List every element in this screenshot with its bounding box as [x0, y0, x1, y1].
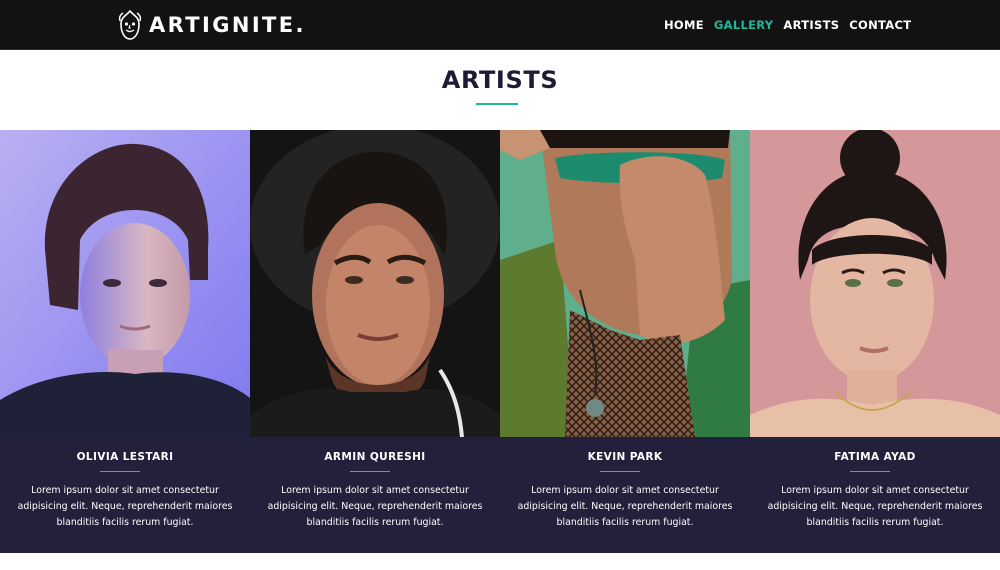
top-navbar: ARTIGNITE. HOME GALLERY ARTISTS CONTACT: [0, 0, 1000, 50]
name-divider: [600, 471, 640, 472]
artist-info: OLIVIA LESTARI Lorem ipsum dolor sit ame…: [0, 437, 250, 553]
artist-name: FATIMA AYAD: [834, 451, 916, 463]
brand-name: ARTIGNITE.: [149, 13, 306, 37]
artist-card-olivia-lestari[interactable]: OLIVIA LESTARI Lorem ipsum dolor sit ame…: [0, 130, 250, 553]
artist-card-fatima-ayad[interactable]: FATIMA AYAD Lorem ipsum dolor sit amet c…: [750, 130, 1000, 553]
artist-cards: OLIVIA LESTARI Lorem ipsum dolor sit ame…: [0, 130, 1000, 553]
artist-name: OLIVIA LESTARI: [76, 451, 174, 463]
artist-description: Lorem ipsum dolor sit amet consectetur a…: [267, 485, 483, 528]
main-nav: HOME GALLERY ARTISTS CONTACT: [664, 0, 911, 50]
artist-photo: [500, 130, 750, 437]
artist-info: KEVIN PARK Lorem ipsum dolor sit amet co…: [500, 437, 750, 553]
nav-artists[interactable]: ARTISTS: [783, 18, 839, 32]
title-underline: [476, 103, 518, 105]
artist-name: ARMIN QURESHI: [324, 451, 426, 463]
artist-card-kevin-park[interactable]: KEVIN PARK Lorem ipsum dolor sit amet co…: [500, 130, 750, 553]
artist-photo: [0, 130, 250, 437]
flame-face-logo-icon: [118, 9, 142, 40]
brand-logo[interactable]: ARTIGNITE.: [115, 9, 306, 41]
artist-card-armin-qureshi[interactable]: ARMIN QURESHI Lorem ipsum dolor sit amet…: [250, 130, 500, 553]
artist-photo: [750, 130, 1000, 437]
artist-name: KEVIN PARK: [587, 451, 663, 463]
artist-info: ARMIN QURESHI Lorem ipsum dolor sit amet…: [250, 437, 500, 553]
artist-info: FATIMA AYAD Lorem ipsum dolor sit amet c…: [750, 437, 1000, 553]
artist-description: Lorem ipsum dolor sit amet consectetur a…: [17, 485, 233, 528]
page-title: ARTISTS: [441, 66, 559, 94]
artist-description: Lorem ipsum dolor sit amet consectetur a…: [517, 485, 733, 528]
nav-gallery[interactable]: GALLERY: [714, 18, 774, 32]
artists-heading-section: ARTISTS: [0, 51, 1000, 130]
nav-contact[interactable]: CONTACT: [849, 18, 911, 32]
name-divider: [350, 471, 390, 472]
artist-description: Lorem ipsum dolor sit amet consectetur a…: [767, 485, 983, 528]
name-divider: [100, 471, 140, 472]
artist-photo: [250, 130, 500, 437]
nav-home[interactable]: HOME: [664, 18, 704, 32]
name-divider: [850, 471, 890, 472]
